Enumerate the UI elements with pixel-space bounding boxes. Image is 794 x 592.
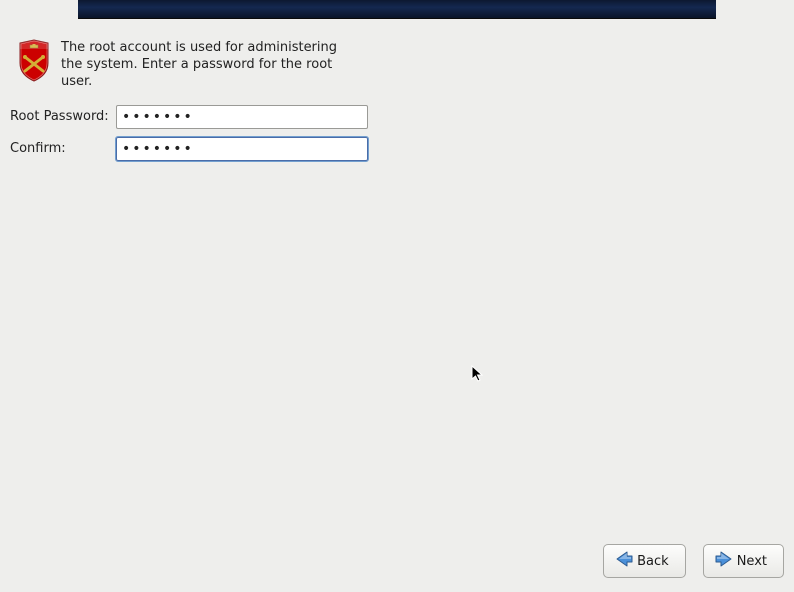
confirm-label: Confirm: [10, 141, 116, 156]
back-button[interactable]: Back [603, 544, 686, 578]
header-banner [78, 0, 716, 19]
arrow-left-icon [614, 549, 634, 573]
root-password-label: Root Password: [10, 109, 116, 124]
next-button[interactable]: Next [703, 544, 784, 578]
password-form: Root Password: Confirm: [0, 91, 794, 161]
arrow-right-icon [714, 549, 734, 573]
next-button-label: Next [737, 554, 767, 569]
info-text: The root account is used for administeri… [61, 40, 346, 91]
root-shield-icon [17, 39, 51, 83]
mouse-cursor-icon [471, 365, 485, 383]
info-section: The root account is used for administeri… [0, 19, 794, 91]
confirm-password-input[interactable] [116, 137, 368, 161]
root-password-input[interactable] [116, 105, 368, 129]
back-button-label: Back [637, 554, 669, 569]
navigation-buttons: Back Next [603, 544, 784, 578]
